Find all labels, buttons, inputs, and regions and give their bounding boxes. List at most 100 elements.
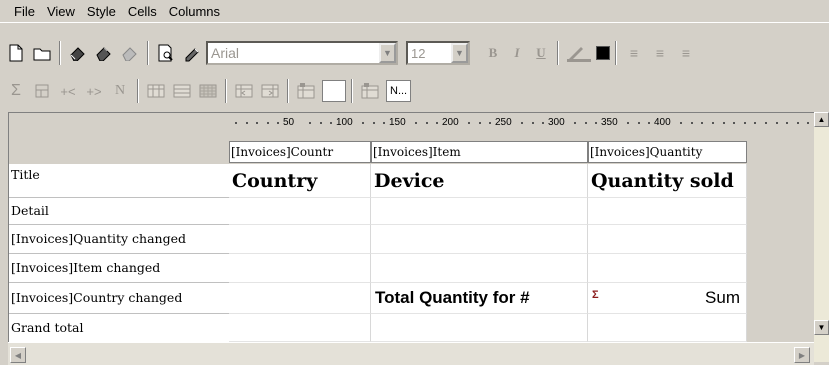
toolbar-separator [557, 41, 559, 65]
ruler-tick [277, 122, 280, 124]
ruler-tick [775, 122, 778, 124]
column-header-country[interactable]: [Invoices]Countr [229, 141, 371, 163]
grand-total-cell[interactable] [229, 314, 371, 342]
new-document-icon[interactable] [4, 41, 28, 65]
scroll-down-icon[interactable]: ▼ [814, 320, 829, 335]
column-header-item[interactable]: [Invoices]Item [371, 141, 588, 163]
report-grid: [Invoices]Countr [Invoices]Item [Invoice… [8, 130, 814, 342]
report-toolbar: Σ +< +> N N... [4, 76, 412, 106]
font-name-value: Arial [211, 45, 240, 61]
grid-rows-icon[interactable] [170, 79, 194, 103]
ruler-label: 150 [389, 117, 406, 128]
subtotal-icon[interactable] [30, 79, 54, 103]
grid-columns-icon[interactable] [144, 79, 168, 103]
bold-button[interactable]: B [482, 41, 504, 65]
ruler-tick [468, 122, 471, 124]
count-icon[interactable]: N [108, 79, 132, 103]
menu-columns[interactable]: Columns [163, 4, 226, 19]
column-left-icon[interactable] [232, 79, 256, 103]
horizontal-scrollbar[interactable]: ◀ ▶ [8, 342, 814, 365]
font-size-select[interactable]: 12 ▼ [406, 41, 470, 65]
scroll-right-icon[interactable]: ▶ [794, 347, 810, 363]
eraser-icon[interactable] [66, 41, 90, 65]
subtotal-cell[interactable] [229, 254, 371, 283]
italic-button[interactable]: I [506, 41, 528, 65]
eraser-alt-icon[interactable] [92, 41, 116, 65]
insert-after-icon[interactable]: +> [82, 79, 106, 103]
scroll-up-icon[interactable]: ▲ [814, 112, 829, 127]
menu-bar: File View Style Cells Columns [0, 0, 829, 23]
ruler-label: 250 [495, 117, 512, 128]
total-quantity-cell[interactable]: Total Quantity for # [371, 283, 588, 314]
subtotal-cell[interactable] [229, 225, 371, 254]
row-label-item-changed[interactable]: [Invoices]Item changed [9, 254, 229, 283]
ruler-tick [436, 122, 439, 124]
row-label-detail[interactable]: Detail [9, 198, 229, 225]
grid-fill-icon[interactable] [196, 79, 220, 103]
cell-preview-box[interactable] [322, 80, 346, 102]
underline-button[interactable]: U [530, 41, 552, 65]
vertical-scrollbar[interactable]: ▲ ▼ [814, 112, 829, 362]
ruler-tick [690, 122, 693, 124]
column-header-strip: [Invoices]Countr [Invoices]Item [Invoice… [9, 130, 814, 164]
column-header-quantity[interactable]: [Invoices]Quantity [588, 141, 747, 163]
sum-icon[interactable]: Σ [4, 79, 28, 103]
subtotal-cell[interactable] [371, 254, 588, 283]
grand-total-cell[interactable] [588, 314, 747, 342]
toolbar-separator [225, 79, 227, 103]
menu-cells[interactable]: Cells [122, 4, 163, 19]
title-cell-device[interactable]: Device [371, 164, 588, 198]
title-cell-quantity[interactable]: Quantity sold [588, 164, 747, 198]
ruler-scale: 50 100 150 200 250 300 350 400 [229, 117, 813, 129]
ruler-tick [235, 122, 237, 124]
number-format-button[interactable]: N... [386, 80, 412, 102]
align-right-icon[interactable]: ≡ [674, 41, 698, 65]
print-preview-icon[interactable] [154, 41, 178, 65]
grand-total-cell[interactable] [371, 314, 588, 342]
pen-color-icon[interactable] [564, 41, 594, 65]
chevron-down-icon[interactable]: ▼ [451, 43, 468, 63]
ruler-tick [383, 122, 386, 124]
align-left-icon[interactable]: ≡ [622, 41, 646, 65]
row-label-grand-total[interactable]: Grand total [9, 314, 229, 342]
ruler-label: 100 [336, 117, 353, 128]
sum-icon: Σ [592, 289, 599, 301]
subtotal-cell[interactable] [588, 254, 747, 283]
detail-cell[interactable] [229, 198, 371, 225]
menu-view[interactable]: View [41, 4, 81, 19]
format-toolbar: Arial ▼ 12 ▼ B I U ≡ ≡ ≡ [4, 38, 698, 68]
subtotal-cell[interactable] [588, 225, 747, 254]
ruler: 50 100 150 200 250 300 350 400 [8, 112, 822, 130]
color-swatch[interactable] [596, 46, 610, 60]
cell-style-icon[interactable] [294, 79, 318, 103]
title-cell-country[interactable]: Country [229, 164, 371, 198]
edit-pencil-icon[interactable] [180, 41, 204, 65]
detail-cell[interactable] [371, 198, 588, 225]
font-name-select[interactable]: Arial ▼ [206, 41, 398, 65]
eraser-disabled-icon[interactable] [118, 41, 142, 65]
ruler-tick [765, 122, 767, 124]
scroll-left-icon[interactable]: ◀ [10, 347, 26, 363]
column-right-icon[interactable] [258, 79, 282, 103]
row-label-quantity-changed[interactable]: [Invoices]Quantity changed [9, 225, 229, 254]
subtotal-cell[interactable] [371, 225, 588, 254]
ruler-tick [521, 122, 524, 124]
toolbar-separator [351, 79, 353, 103]
ruler-tick [362, 122, 365, 124]
font-size-value: 12 [411, 45, 426, 61]
subtotal-cell[interactable] [229, 283, 371, 314]
toolbar-separator [137, 79, 139, 103]
chevron-down-icon[interactable]: ▼ [379, 43, 396, 63]
row-label-title[interactable]: Title [9, 164, 229, 198]
sum-cell[interactable]: Σ Sum [588, 283, 747, 314]
row-label-country-changed[interactable]: [Invoices]Country changed [9, 283, 229, 314]
align-center-icon[interactable]: ≡ [648, 41, 672, 65]
ruler-tick [478, 122, 481, 124]
open-folder-icon[interactable] [30, 41, 54, 65]
ruler-tick [425, 122, 428, 124]
insert-before-icon[interactable]: +< [56, 79, 80, 103]
number-format-icon[interactable] [358, 79, 382, 103]
detail-cell[interactable] [588, 198, 747, 225]
menu-file[interactable]: File [8, 4, 41, 19]
menu-style[interactable]: Style [81, 4, 122, 19]
